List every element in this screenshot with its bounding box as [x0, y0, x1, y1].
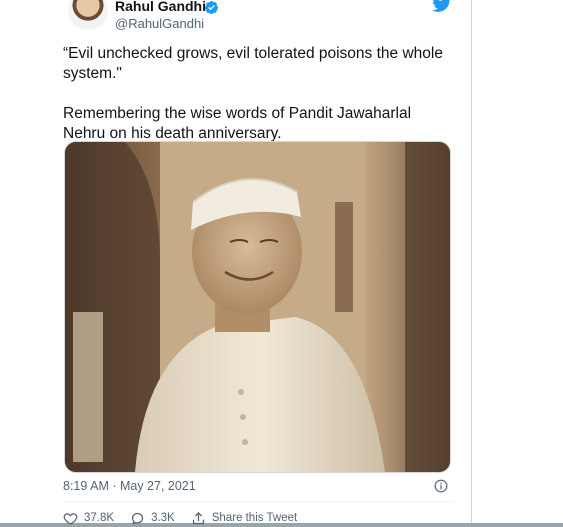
tweet-timestamp[interactable]: 8:19 AM · May 27, 2021: [63, 479, 196, 493]
tweet-card: Rahul Gandhi @RahulGandhi “Evil unchecke…: [48, 0, 455, 525]
like-count: 37.8K: [84, 512, 115, 524]
author-handle[interactable]: @RahulGandhi: [115, 16, 204, 31]
reply-count: 3.3K: [151, 512, 175, 524]
avatar[interactable]: [68, 0, 108, 30]
heart-icon: [63, 512, 78, 525]
tweet-paragraph-remembrance: Remembering the wise words of Pandit Jaw…: [63, 105, 412, 142]
verified-badge-icon: [204, 0, 219, 15]
tweet-photo[interactable]: [64, 141, 451, 473]
twitter-bird-icon[interactable]: [431, 0, 453, 14]
portrait-illustration: [65, 142, 450, 472]
frame-border-right: [471, 0, 472, 527]
share-button[interactable]: Share this Tweet: [191, 511, 297, 526]
info-icon[interactable]: [434, 479, 448, 493]
like-button[interactable]: 37.8K: [63, 511, 114, 526]
author-display-name[interactable]: Rahul Gandhi: [115, 0, 206, 14]
tweet-paragraph-quote: “Evil unchecked grows, evil tolerated po…: [63, 45, 443, 82]
share-icon: [192, 511, 204, 524]
reply-bubble-icon: [131, 512, 144, 525]
tweet-actions: 37.8K 3.3K Share this Tweet: [63, 509, 313, 527]
share-label: Share this Tweet: [211, 512, 298, 524]
action-divider: [63, 501, 453, 502]
reply-button[interactable]: 3.3K: [130, 511, 175, 526]
